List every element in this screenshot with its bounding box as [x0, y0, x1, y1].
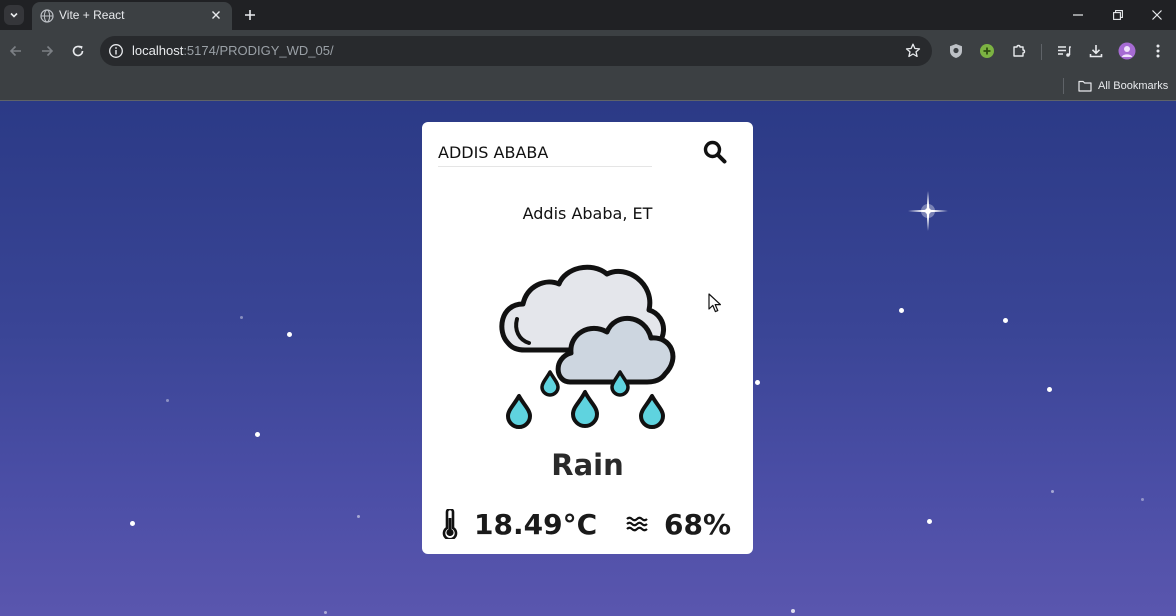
all-bookmarks-button[interactable]: All Bookmarks	[1078, 77, 1168, 95]
browser-tab[interactable]: Vite + React	[32, 2, 232, 30]
browser-tab-bar: Vite + React	[0, 0, 1176, 30]
folder-icon	[1078, 80, 1092, 92]
weather-card: Addis Ababa, ET Rain 18.49°C	[422, 122, 753, 554]
reload-icon	[72, 45, 84, 57]
browser-menu-button[interactable]	[1148, 41, 1168, 61]
avatar-icon	[1118, 42, 1136, 60]
url-path: :5174/PRODIGY_WD_05/	[183, 43, 334, 58]
background-star	[240, 316, 243, 319]
humidity-value: 68%	[664, 507, 732, 541]
tab-search-button[interactable]	[4, 5, 24, 25]
bookmarks-bar: All Bookmarks	[0, 72, 1176, 101]
reload-button[interactable]	[68, 41, 88, 61]
close-icon	[212, 11, 220, 19]
media-controls-button[interactable]	[1054, 41, 1074, 61]
shield-icon	[950, 44, 962, 58]
plus-icon	[245, 10, 255, 20]
globe-icon	[40, 9, 54, 23]
background-star	[755, 380, 760, 385]
back-button[interactable]	[6, 41, 26, 61]
info-icon[interactable]	[108, 43, 124, 59]
chevron-down-icon	[10, 12, 18, 18]
search-button[interactable]	[702, 139, 728, 165]
more-vertical-icon	[1156, 44, 1160, 58]
bookmark-star-icon[interactable]	[904, 42, 922, 60]
background-star	[255, 432, 260, 437]
background-star	[791, 609, 795, 613]
background-star	[1047, 387, 1052, 392]
background-star	[1003, 318, 1008, 323]
url-text[interactable]: localhost:5174/PRODIGY_WD_05/	[132, 43, 334, 58]
thermometer-icon	[442, 509, 458, 539]
queue-music-icon	[1058, 46, 1071, 57]
minimize-button[interactable]	[1067, 5, 1089, 25]
download-icon	[1089, 45, 1103, 58]
weather-condition: Rain	[551, 448, 624, 482]
all-bookmarks-label: All Bookmarks	[1098, 80, 1169, 92]
extension-green-button[interactable]	[977, 41, 997, 61]
temperature-value: 18.49°C	[474, 507, 598, 541]
browser-toolbar: localhost:5174/PRODIGY_WD_05/	[0, 30, 1176, 72]
background-star	[166, 399, 169, 402]
background-star	[130, 521, 135, 526]
location-name: Addis Ababa, ET	[522, 204, 653, 223]
extension-badge-icon	[980, 44, 994, 58]
toolbar-divider	[1041, 44, 1042, 60]
extension-shield-button[interactable]	[946, 41, 966, 61]
profile-avatar[interactable]	[1117, 41, 1137, 61]
search-icon	[703, 140, 727, 164]
extensions-button[interactable]	[1009, 41, 1029, 61]
background-star	[899, 308, 904, 313]
close-tab-button[interactable]	[208, 7, 224, 23]
background-star	[287, 332, 292, 337]
humidity-stat: 68%	[626, 504, 731, 544]
background-star	[324, 611, 327, 614]
humidity-waves-icon	[626, 516, 648, 532]
forward-button[interactable]	[37, 41, 57, 61]
downloads-button[interactable]	[1086, 41, 1106, 61]
address-bar[interactable]: localhost:5174/PRODIGY_WD_05/	[100, 36, 932, 66]
puzzle-icon	[1013, 44, 1026, 57]
url-host: localhost	[132, 43, 184, 58]
background-star	[357, 515, 360, 518]
sparkle-star-icon	[908, 191, 948, 231]
temperature-stat: 18.49°C	[442, 504, 597, 544]
arrow-right-icon	[42, 45, 54, 57]
background-star	[1051, 490, 1054, 493]
restore-icon	[1113, 10, 1123, 20]
new-tab-button[interactable]	[240, 5, 260, 25]
close-icon	[1152, 10, 1162, 20]
restore-button[interactable]	[1107, 5, 1129, 25]
minimize-icon	[1073, 14, 1083, 16]
arrow-left-icon	[9, 45, 21, 57]
close-window-button[interactable]	[1146, 5, 1168, 25]
city-search-input[interactable]	[438, 138, 652, 167]
bookmarks-divider	[1063, 78, 1064, 94]
cloud-rain-icon	[499, 264, 676, 429]
background-star	[927, 519, 932, 524]
page-background: Addis Ababa, ET Rain 18.49°C	[0, 101, 1176, 616]
background-star	[1141, 498, 1144, 501]
tab-title: Vite + React	[59, 8, 125, 22]
mouse-cursor-icon	[708, 293, 721, 313]
